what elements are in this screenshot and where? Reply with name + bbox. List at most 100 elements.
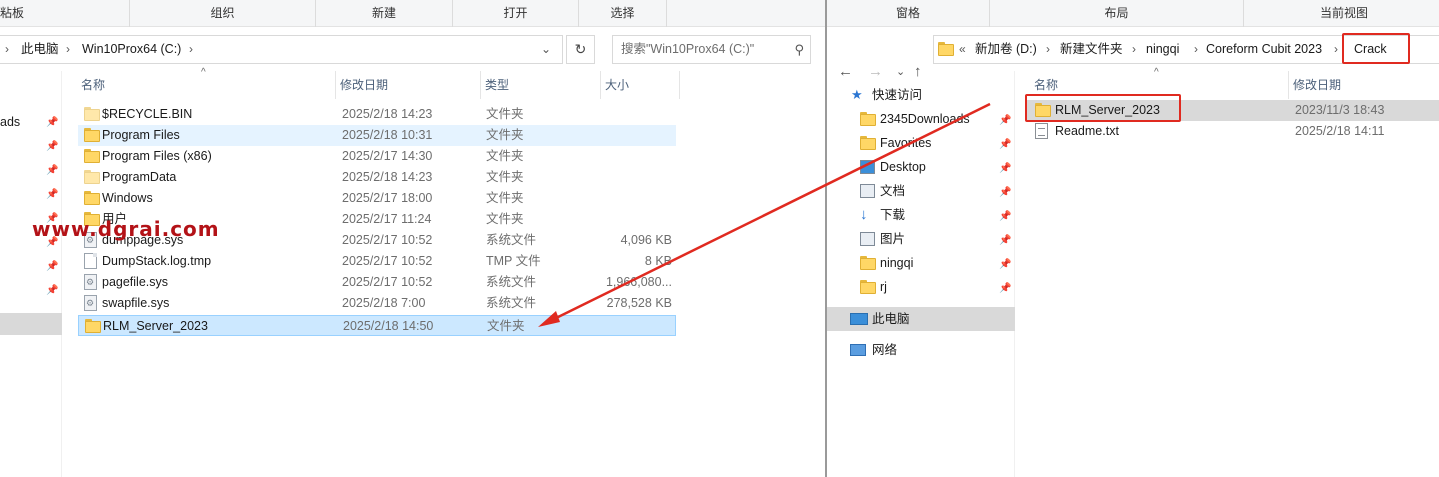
ribbon-group-organize[interactable]: 组织 bbox=[130, 0, 316, 27]
column-header-modified[interactable]: 修改日期 bbox=[336, 71, 481, 99]
column-header-name[interactable]: 名称 bbox=[77, 71, 336, 99]
nav-item[interactable]: ningqi 📌 bbox=[827, 251, 1015, 275]
nav-item[interactable]: Favorites 📌 bbox=[827, 131, 1015, 155]
file-size: 1,966,080... bbox=[605, 275, 672, 289]
folder-icon bbox=[84, 149, 100, 163]
breadcrumb-separator-icon: › bbox=[1194, 42, 1198, 56]
file-row[interactable]: Program Files 2025/2/18 10:31 文件夹 bbox=[78, 125, 676, 146]
breadcrumb-coreform-cubit[interactable]: Coreform Cubit 2023 bbox=[1206, 36, 1322, 63]
system-file-icon bbox=[84, 295, 97, 311]
column-header-modified[interactable]: 修改日期 bbox=[1289, 71, 1439, 99]
breadcrumb-ningqi[interactable]: ningqi bbox=[1146, 36, 1179, 63]
file-type: 文件夹 bbox=[486, 212, 524, 226]
navigation-pane: ads 📌 📌 📌 📌 📌 📌 📌 📌 bbox=[0, 71, 62, 477]
file-name: Readme.txt bbox=[1055, 124, 1119, 138]
ribbon-group-clipboard[interactable]: 粘板 bbox=[0, 0, 130, 27]
file-modified: 2025/2/18 7:00 bbox=[342, 296, 426, 310]
file-row[interactable]: $RECYCLE.BIN 2025/2/18 14:23 文件夹 bbox=[78, 104, 676, 125]
address-bar[interactable]: › 此电脑 › Win10Prox64 (C:) › ⌄ bbox=[0, 35, 563, 64]
pin-icon[interactable]: 📌 bbox=[999, 133, 1011, 157]
pin-icon[interactable]: 📌 bbox=[46, 117, 58, 128]
ribbon-group-panes[interactable]: 窗格 bbox=[827, 0, 990, 27]
file-size: 4,096 KB bbox=[620, 233, 672, 247]
file-row[interactable]: pagefile.sys 2025/2/17 10:52 系统文件 1,966,080… bbox=[78, 272, 676, 293]
breadcrumb-d-drive[interactable]: 新加卷 (D:) bbox=[975, 36, 1037, 63]
explorer-window-crack-folder: 窗格 布局 当前视图 ← → ⌄ ↑ « 新加卷 (D:) › 新建文件夹 › … bbox=[827, 0, 1439, 477]
pin-icon[interactable]: 📌 bbox=[46, 165, 58, 176]
file-type: 系统文件 bbox=[486, 296, 537, 310]
search-input[interactable]: 搜索"Win10Prox64 (C:)" ⚲ bbox=[612, 35, 811, 64]
folder-icon bbox=[84, 191, 100, 205]
pin-icon[interactable]: 📌 bbox=[46, 141, 58, 152]
nav-this-pc[interactable]: 此电脑 bbox=[827, 307, 1015, 331]
file-row[interactable]: swapfile.sys 2025/2/18 7:00 系统文件 278,528 KB bbox=[78, 293, 676, 314]
breadcrumb-this-pc[interactable]: 此电脑 bbox=[21, 36, 59, 63]
file-name: Program Files (x86) bbox=[102, 149, 212, 163]
nav-this-pc-label: 此电脑 bbox=[872, 312, 910, 326]
refresh-button[interactable]: ↻ bbox=[566, 35, 595, 64]
ribbon-group-select[interactable]: 选择 bbox=[579, 0, 667, 27]
nav-item[interactable]: 文档 📌 bbox=[827, 179, 1015, 203]
file-size: 8 KB bbox=[644, 254, 672, 268]
file-row[interactable]: ProgramData 2025/2/18 14:23 文件夹 bbox=[78, 167, 676, 188]
nav-item[interactable]: Desktop 📌 bbox=[827, 155, 1015, 179]
pin-icon[interactable]: 📌 bbox=[46, 261, 58, 272]
file-row[interactable]: DumpStack.log.tmp 2025/2/17 10:52 TMP 文件 8 … bbox=[78, 251, 676, 272]
file-row[interactable]: RLM_Server_2023 2025/2/18 14:50 文件夹 bbox=[78, 315, 676, 336]
navigation-pane: ★ 快速访问 2345Downloads 📌 Favorites 📌 Desktop 📌 文… bbox=[827, 71, 1015, 477]
nav-quick-access[interactable]: ★ 快速访问 bbox=[827, 83, 1015, 107]
file-name: pagefile.sys bbox=[102, 275, 169, 289]
column-header-type[interactable]: 类型 bbox=[481, 71, 601, 99]
nav-item[interactable]: rj 📌 bbox=[827, 275, 1015, 299]
nav-item[interactable]: 图片 📌 bbox=[827, 227, 1015, 251]
ribbon-group-layout[interactable]: 布局 bbox=[990, 0, 1244, 27]
pin-icon[interactable]: 📌 bbox=[999, 181, 1011, 205]
download-icon: ↓ bbox=[860, 206, 868, 223]
ribbon-group-current-view[interactable]: 当前视图 bbox=[1244, 0, 1439, 27]
nav-item-label: Favorites bbox=[880, 136, 932, 150]
nav-item[interactable]: 2345Downloads 📌 bbox=[827, 107, 1015, 131]
ribbon-tabs: 窗格 布局 当前视图 bbox=[827, 0, 1439, 27]
pin-icon[interactable]: 📌 bbox=[999, 277, 1011, 301]
file-type: 文件夹 bbox=[486, 191, 524, 205]
pin-icon[interactable]: 📌 bbox=[999, 109, 1011, 133]
nav-item-downloads-partial[interactable]: ads bbox=[0, 115, 20, 129]
text-file-icon bbox=[1035, 123, 1048, 139]
ribbon-group-new[interactable]: 新建 bbox=[316, 0, 453, 27]
file-name: DumpStack.log.tmp bbox=[102, 254, 212, 268]
computer-icon bbox=[850, 313, 868, 325]
file-type: 文件夹 bbox=[486, 128, 524, 142]
column-header-size[interactable]: 大小 bbox=[601, 71, 680, 99]
nav-item-selected-partial[interactable] bbox=[0, 313, 62, 335]
file-row[interactable]: Program Files (x86) 2025/2/17 14:30 文件夹 bbox=[78, 146, 676, 167]
search-icon[interactable]: ⚲ bbox=[794, 36, 804, 63]
pin-icon[interactable]: 📌 bbox=[999, 253, 1011, 277]
highlight-box-rlm-server bbox=[1025, 94, 1181, 122]
pin-icon[interactable]: 📌 bbox=[46, 285, 58, 296]
pin-icon[interactable]: 📌 bbox=[999, 229, 1011, 253]
folder-icon bbox=[84, 128, 100, 142]
file-modified: 2023/11/3 18:43 bbox=[1295, 103, 1385, 117]
file-row[interactable]: Windows 2025/2/17 18:00 文件夹 bbox=[78, 188, 676, 209]
document-icon bbox=[860, 184, 875, 198]
nav-item[interactable]: ↓ 下载 📌 bbox=[827, 203, 1015, 227]
nav-network[interactable]: 网络 bbox=[827, 338, 1015, 362]
file-modified: 2025/2/18 14:23 bbox=[342, 107, 433, 121]
pin-icon[interactable]: 📌 bbox=[999, 205, 1011, 229]
nav-item-label: 图片 bbox=[880, 232, 906, 246]
pin-icon[interactable]: 📌 bbox=[46, 189, 58, 200]
pin-icon[interactable]: 📌 bbox=[999, 157, 1011, 181]
file-modified: 2025/2/17 18:00 bbox=[342, 191, 433, 205]
breadcrumb-c-drive[interactable]: Win10Prox64 (C:) bbox=[82, 36, 181, 63]
file-row[interactable]: Readme.txt 2025/2/18 14:11 bbox=[1027, 121, 1439, 142]
nav-item-label: 文档 bbox=[880, 184, 906, 198]
folder-icon bbox=[938, 42, 954, 56]
ribbon-group-open[interactable]: 打开 bbox=[453, 0, 579, 27]
chevron-down-icon[interactable]: ⌄ bbox=[541, 36, 551, 63]
breadcrumb-separator-icon: › bbox=[5, 42, 9, 56]
breadcrumb-new-folder[interactable]: 新建文件夹 bbox=[1060, 36, 1123, 63]
breadcrumb-overflow-icon[interactable]: « bbox=[959, 36, 966, 63]
watermark-text: www.dgrai.com bbox=[32, 217, 220, 241]
breadcrumb-separator-icon: › bbox=[1046, 42, 1050, 56]
nav-item-label: Desktop bbox=[880, 160, 926, 174]
